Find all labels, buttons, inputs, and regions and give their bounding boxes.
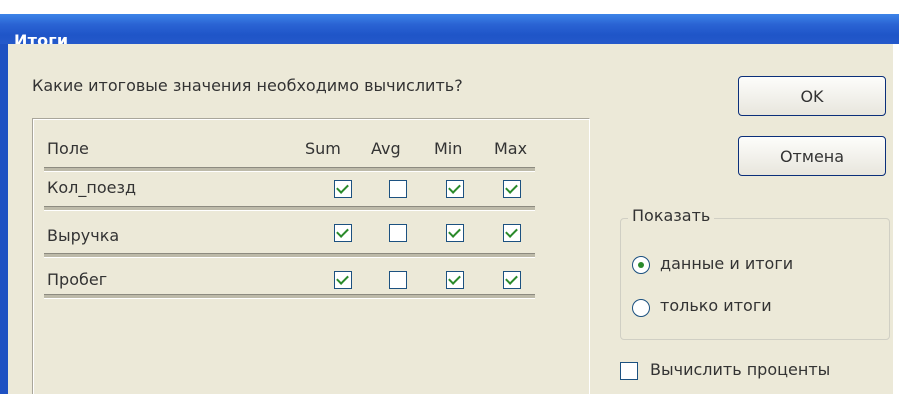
window-frame-right — [893, 44, 899, 394]
show-group-legend: Показать — [628, 206, 715, 225]
row-separator — [44, 206, 535, 211]
row3-max-checkbox[interactable] — [503, 271, 521, 289]
header-min: Min — [434, 139, 463, 158]
row-separator — [44, 294, 535, 299]
top-strip — [0, 0, 899, 14]
row2-sum-checkbox[interactable] — [334, 224, 352, 242]
header-field: Поле — [47, 139, 89, 158]
header-sum: Sum — [305, 139, 341, 158]
title-bar[interactable]: Итоги — [0, 14, 899, 50]
row3-avg-checkbox[interactable] — [389, 271, 407, 289]
row2-min-checkbox[interactable] — [446, 224, 464, 242]
radio-totals-only-label[interactable]: только итоги — [660, 296, 772, 315]
radio-data-and-totals-label[interactable]: данные и итоги — [660, 254, 793, 273]
row-field-label: Пробег — [47, 270, 108, 289]
radio-data-and-totals[interactable] — [632, 256, 650, 274]
row2-avg-checkbox[interactable] — [389, 224, 407, 242]
row1-sum-checkbox[interactable] — [334, 180, 352, 198]
ok-button[interactable]: OK — [738, 76, 886, 116]
row-separator — [44, 253, 535, 258]
radio-totals-only[interactable] — [632, 299, 650, 317]
row3-sum-checkbox[interactable] — [334, 271, 352, 289]
header-separator — [44, 167, 535, 172]
row3-min-checkbox[interactable] — [446, 271, 464, 289]
row-field-label: Кол_поезд — [47, 178, 137, 197]
row2-max-checkbox[interactable] — [503, 224, 521, 242]
totals-dialog: Итоги Какие итоговые значения необходимо… — [0, 0, 899, 394]
calculate-percent-label[interactable]: Вычислить проценты — [650, 360, 830, 379]
question-label: Какие итоговые значения необходимо вычис… — [32, 76, 463, 95]
row1-avg-checkbox[interactable] — [389, 180, 407, 198]
row1-max-checkbox[interactable] — [503, 180, 521, 198]
calculate-percent-checkbox[interactable] — [620, 362, 638, 380]
header-avg: Avg — [371, 139, 401, 158]
row-field-label: Выручка — [47, 226, 120, 245]
window-frame-left — [0, 44, 8, 394]
header-max: Max — [494, 139, 528, 158]
cancel-button[interactable]: Отмена — [738, 136, 886, 176]
row1-min-checkbox[interactable] — [446, 180, 464, 198]
show-groupbox — [620, 218, 890, 340]
